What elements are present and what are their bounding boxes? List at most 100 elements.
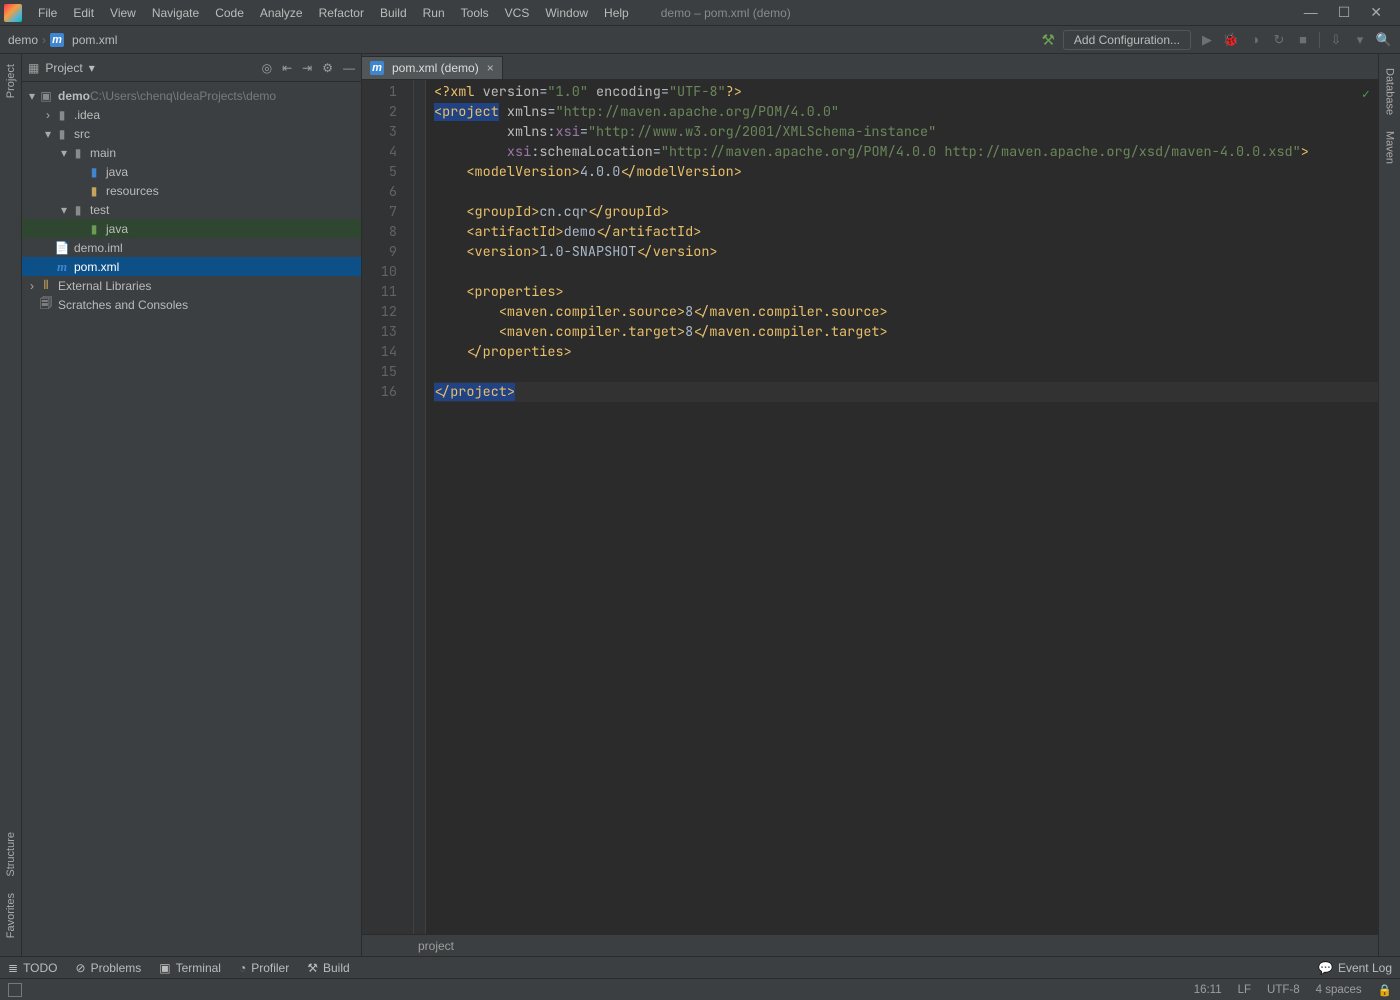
tree-main[interactable]: ▾ ▮ main — [22, 143, 361, 162]
select-opened-file-icon[interactable]: ◎ — [262, 61, 272, 75]
tree-root-label: demo — [58, 89, 90, 103]
window-minimize-icon[interactable]: — — [1304, 4, 1318, 21]
menu-help[interactable]: Help — [596, 0, 637, 26]
panel-hide-icon[interactable]: — — [343, 61, 355, 75]
tree-root[interactable]: ▾ ▣ demo C:\Users\chenq\IdeaProjects\dem… — [22, 86, 361, 105]
status-cursor-pos[interactable]: 16:11 — [1194, 984, 1222, 996]
toolwindow-build[interactable]: ⚒Build — [307, 961, 349, 975]
build-hammer-icon[interactable]: ⚒ — [1041, 31, 1054, 49]
toolwindow-project-button[interactable]: Project — [5, 56, 17, 106]
menu-refactor[interactable]: Refactor — [311, 0, 372, 26]
tree-iml-label: demo.iml — [74, 241, 123, 255]
expand-all-icon[interactable]: ⇤ — [282, 61, 292, 75]
toolwindow-eventlog[interactable]: 💬Event Log — [1318, 961, 1392, 975]
profile-icon[interactable]: ↻ — [1271, 32, 1287, 48]
window-close-icon[interactable]: ✕ — [1370, 4, 1382, 21]
toolwindow-terminal[interactable]: ▣Terminal — [159, 961, 221, 975]
ide-logo-icon — [4, 4, 22, 22]
editor-tab-pom[interactable]: m pom.xml (demo) × — [362, 56, 503, 79]
tree-resources-label: resources — [106, 184, 159, 198]
menu-run[interactable]: Run — [415, 0, 453, 26]
menu-view[interactable]: View — [102, 0, 144, 26]
window-title: demo – pom.xml (demo) — [661, 6, 791, 20]
breadcrumb: demo › m pom.xml — [8, 33, 117, 47]
menu-build[interactable]: Build — [372, 0, 415, 26]
navigation-toolbar: demo › m pom.xml ⚒ Add Configuration... … — [0, 26, 1400, 54]
collapse-all-icon[interactable]: ⇥ — [302, 61, 312, 75]
menu-analyze[interactable]: Analyze — [252, 0, 311, 26]
right-tool-stripe: Database Maven — [1378, 54, 1400, 956]
project-panel-title[interactable]: Project — [45, 61, 82, 75]
breadcrumb-project[interactable]: demo — [8, 33, 38, 47]
stop-icon[interactable]: ■ — [1295, 32, 1311, 48]
menu-edit[interactable]: Edit — [65, 0, 102, 26]
project-view-dropdown-icon[interactable]: ▾ — [89, 61, 95, 75]
tree-main-java[interactable]: ▮ java — [22, 162, 361, 181]
fold-strip[interactable] — [414, 80, 426, 934]
breadcrumb-file[interactable]: pom.xml — [72, 33, 117, 47]
tab-file-icon: m — [370, 61, 384, 75]
editor-body[interactable]: 12 34 56 78 910 1112 1314 1516 <?xml ver… — [362, 80, 1378, 934]
tree-test-java[interactable]: ▮ java — [22, 219, 361, 238]
menu-tools[interactable]: Tools — [453, 0, 497, 26]
left-tool-stripe: Project Structure Favorites — [0, 54, 22, 956]
bottom-tool-bar: ≣TODO ⊘Problems ▣Terminal ◔Profiler ⚒Bui… — [0, 956, 1400, 978]
update-project-icon[interactable]: ⇩ — [1328, 32, 1344, 48]
menu-bar: File Edit View Navigate Code Analyze Ref… — [0, 0, 1400, 26]
tree-test-label: test — [90, 203, 109, 217]
panel-settings-icon[interactable]: ⚙ — [322, 61, 333, 75]
window-maximize-icon[interactable]: ☐ — [1338, 4, 1351, 21]
inspection-ok-icon[interactable]: ✓ — [1362, 84, 1372, 94]
tab-close-icon[interactable]: × — [487, 61, 494, 75]
tree-scratches[interactable]: 🗐 Scratches and Consoles — [22, 295, 361, 314]
tree-scratch-label: Scratches and Consoles — [58, 298, 188, 312]
project-panel: ▦ Project ▾ ◎ ⇤ ⇥ ⚙ — ▾ ▣ demo C:\Users\… — [22, 54, 362, 956]
tree-src[interactable]: ▾ ▮ src — [22, 124, 361, 143]
status-bar: 16:11 LF UTF-8 4 spaces 🔒 — [0, 978, 1400, 1000]
toolwindow-structure-button[interactable]: Structure — [5, 824, 17, 885]
status-indent[interactable]: 4 spaces — [1316, 984, 1362, 996]
editor: m pom.xml (demo) × 12 34 56 78 910 1112 … — [362, 54, 1378, 956]
project-panel-header: ▦ Project ▾ ◎ ⇤ ⇥ ⚙ — — [22, 54, 361, 82]
toolwindow-database-button[interactable]: Database — [1384, 60, 1396, 123]
tree-resources[interactable]: ▮ resources — [22, 181, 361, 200]
breadcrumb-sep-icon: › — [42, 33, 46, 47]
tree-main-java-label: java — [106, 165, 128, 179]
tree-test-java-label: java — [106, 222, 128, 236]
menu-navigate[interactable]: Navigate — [144, 0, 207, 26]
select-config-icon[interactable]: ▾ — [1352, 32, 1368, 48]
tree-idea[interactable]: › ▮ .idea — [22, 105, 361, 124]
tree-src-label: src — [74, 127, 90, 141]
project-tree[interactable]: ▾ ▣ demo C:\Users\chenq\IdeaProjects\dem… — [22, 82, 361, 956]
menu-code[interactable]: Code — [207, 0, 252, 26]
tree-pom[interactable]: m pom.xml — [22, 257, 361, 276]
toolwindow-todo[interactable]: ≣TODO — [8, 961, 58, 975]
menu-file[interactable]: File — [30, 0, 65, 26]
editor-breadcrumb[interactable]: project — [362, 934, 1378, 956]
code-area[interactable]: <?xml version="1.0" encoding="UTF-8"?> <… — [426, 80, 1378, 934]
project-view-icon: ▦ — [28, 61, 39, 75]
tree-main-label: main — [90, 146, 116, 160]
tree-iml[interactable]: 📄 demo.iml — [22, 238, 361, 257]
run-icon[interactable]: ▶ — [1199, 32, 1215, 48]
search-everywhere-icon[interactable]: 🔍 — [1376, 32, 1392, 48]
toolwindow-maven-button[interactable]: Maven — [1384, 123, 1396, 172]
tree-external-libs[interactable]: › ⫴ External Libraries — [22, 276, 361, 295]
status-encoding[interactable]: UTF-8 — [1267, 984, 1300, 996]
tree-idea-label: .idea — [74, 108, 100, 122]
status-line-separator[interactable]: LF — [1238, 984, 1251, 996]
menu-vcs[interactable]: VCS — [497, 0, 538, 26]
tree-test[interactable]: ▾ ▮ test — [22, 200, 361, 219]
coverage-icon[interactable]: ◑ — [1247, 32, 1263, 48]
menu-window[interactable]: Window — [537, 0, 596, 26]
toolwindow-quick-access-icon[interactable] — [8, 983, 22, 997]
toolwindow-favorites-button[interactable]: Favorites — [5, 885, 17, 946]
toolwindow-problems[interactable]: ⊘Problems — [76, 961, 142, 975]
debug-icon[interactable]: 🐞 — [1223, 32, 1239, 48]
maven-pom-icon: m — [54, 259, 70, 275]
tree-pom-label: pom.xml — [74, 260, 119, 274]
tree-root-path: C:\Users\chenq\IdeaProjects\demo — [90, 89, 276, 103]
toolwindow-profiler[interactable]: ◔Profiler — [239, 961, 289, 975]
status-readonly-icon[interactable]: 🔒 — [1378, 983, 1392, 997]
add-configuration-button[interactable]: Add Configuration... — [1063, 30, 1191, 50]
